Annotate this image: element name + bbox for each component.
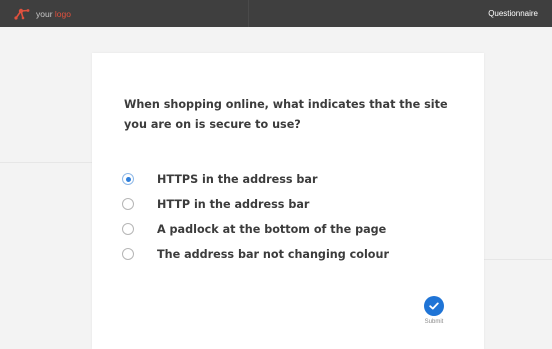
- submit-check-circle[interactable]: [424, 296, 444, 316]
- question-text: When shopping online, what indicates tha…: [124, 98, 448, 131]
- submit-button[interactable]: Submit: [420, 296, 448, 325]
- logo-text: your logo: [36, 7, 71, 21]
- radio-button[interactable]: [122, 223, 134, 235]
- radio-button[interactable]: [122, 198, 134, 210]
- radio-button[interactable]: [122, 173, 134, 185]
- logo[interactable]: your logo: [14, 7, 71, 21]
- submit-label: Submit: [424, 319, 444, 325]
- option-label: A padlock at the bottom of the page: [157, 222, 387, 236]
- logo-icon: [14, 8, 30, 20]
- nav-questionnaire-link[interactable]: Questionnaire: [488, 7, 538, 21]
- answer-option[interactable]: A padlock at the bottom of the page: [122, 217, 389, 241]
- option-label: HTTPS in the address bar: [157, 172, 318, 186]
- background-divider: [484, 259, 552, 260]
- answer-option[interactable]: HTTP in the address bar: [122, 192, 389, 216]
- background-divider: [0, 162, 92, 163]
- option-label: HTTP in the address bar: [157, 197, 310, 211]
- logo-prefix: your: [36, 9, 55, 19]
- answer-option[interactable]: The address bar not changing colour: [122, 242, 389, 266]
- answer-options: HTTPS in the address bar HTTP in the add…: [122, 167, 389, 267]
- option-label: The address bar not changing colour: [157, 247, 389, 261]
- radio-button[interactable]: [122, 248, 134, 260]
- checkmark-icon: [429, 302, 439, 310]
- question-card: When shopping online, what indicates tha…: [92, 53, 484, 349]
- top-header-bar: your logo Questionnaire: [0, 0, 552, 27]
- background-divider: [248, 0, 249, 27]
- answer-option[interactable]: HTTPS in the address bar: [122, 167, 389, 191]
- logo-word: logo: [54, 9, 71, 19]
